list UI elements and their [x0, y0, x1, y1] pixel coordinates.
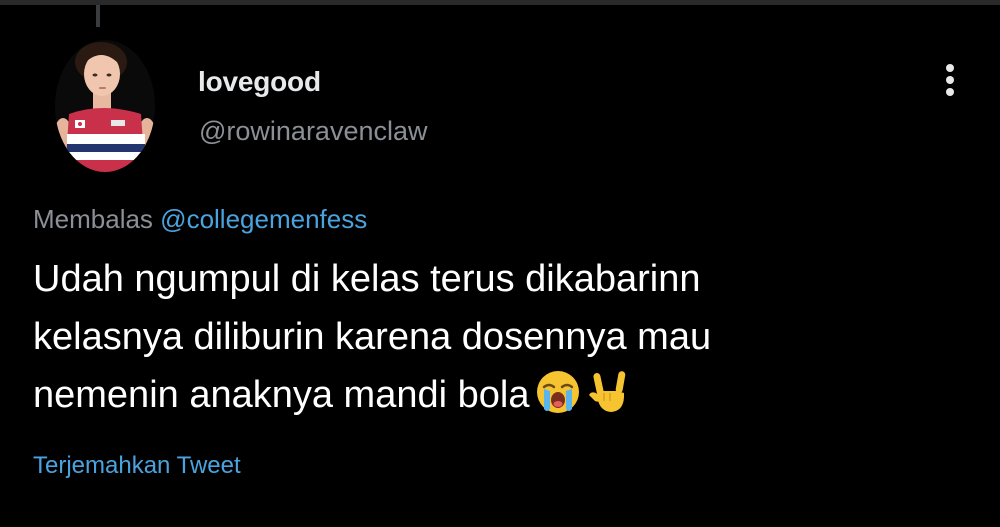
tweet-text-line-last: nemenin anaknya mandi bola: [33, 366, 973, 432]
reply-prefix: Membalas: [33, 204, 153, 234]
more-vertical-icon-dot: [946, 88, 954, 96]
tweet-text-line: Udah ngumpul di kelas terus dikabarinn: [33, 258, 701, 300]
more-vertical-icon: [946, 64, 954, 72]
tweet-text-line: kelasnya diliburin karena dosennya mau: [33, 316, 712, 358]
more-vertical-icon-dot: [946, 76, 954, 84]
love-you-gesture-icon: [587, 369, 633, 432]
top-divider: [0, 0, 1000, 5]
avatar-image: [55, 40, 155, 172]
loudly-crying-face-icon: [535, 369, 581, 432]
tweet-text: Udah ngumpul di kelas terus dikabarinn k…: [33, 250, 973, 432]
avatar[interactable]: [55, 40, 155, 172]
reply-context: Membalas @collegemenfess: [33, 204, 367, 235]
reply-mention-link[interactable]: @collegemenfess: [160, 204, 367, 234]
thread-connector-line: [96, 5, 100, 27]
more-options-button[interactable]: [930, 56, 970, 104]
translate-tweet-link[interactable]: Terjemahkan Tweet: [33, 452, 241, 480]
user-handle[interactable]: @rowinaravenclaw: [199, 116, 428, 147]
tweet-text-line: nemenin anaknya mandi bola: [33, 374, 530, 416]
display-name[interactable]: lovegood: [198, 66, 321, 98]
